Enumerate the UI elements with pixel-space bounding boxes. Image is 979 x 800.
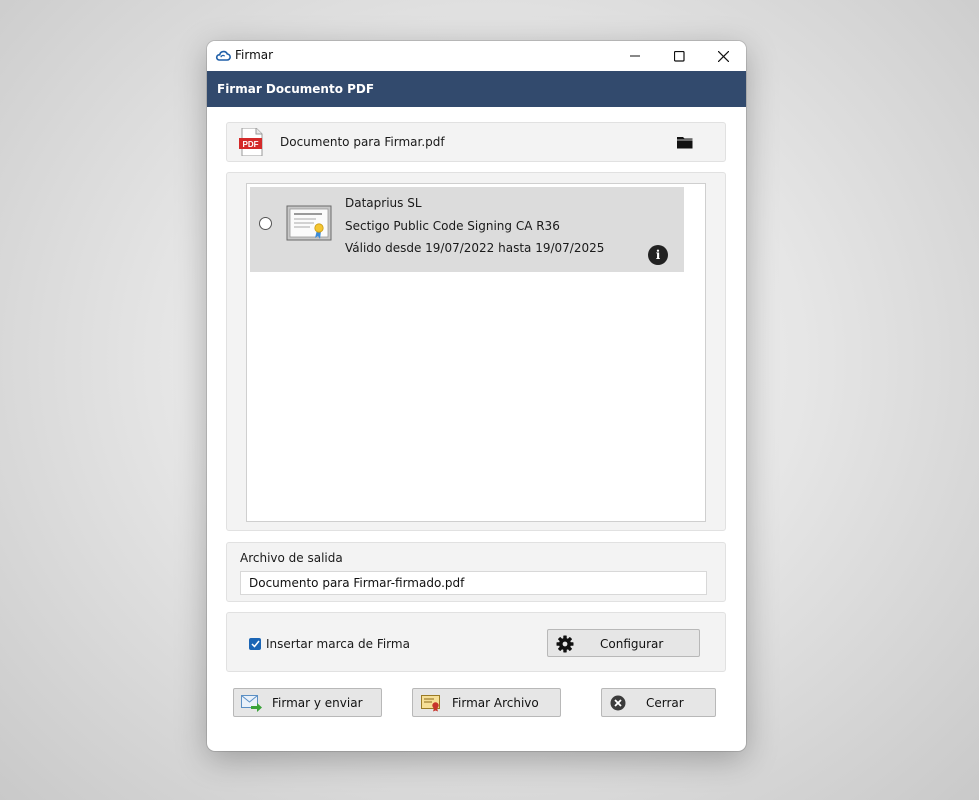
maximize-icon [673, 50, 685, 62]
certificate-sign-icon [421, 695, 440, 712]
pdf-icon-label: PDF [243, 140, 259, 149]
cancel-circle-icon [610, 695, 626, 711]
options-panel: Insertar marca de Firma Configurar [226, 612, 726, 672]
title-bar[interactable]: Firmar [207, 41, 746, 71]
pdf-file-icon: PDF [239, 128, 263, 156]
sign-and-send-button[interactable]: Firmar y enviar [233, 688, 382, 717]
certificate-holder: Dataprius SL [345, 196, 422, 210]
configure-button[interactable]: Configurar [547, 629, 700, 657]
envelope-send-icon [241, 695, 262, 712]
input-file-name: Documento para Firmar.pdf [280, 135, 445, 149]
minimize-button[interactable] [612, 41, 658, 71]
output-file-panel: Archivo de salida [226, 542, 726, 602]
certificate-radio[interactable] [259, 217, 272, 230]
info-glyph: i [655, 248, 661, 262]
folder-icon[interactable] [676, 134, 694, 150]
configure-label: Configurar [600, 637, 664, 651]
certificate-list[interactable]: Dataprius SL Sectigo Public Code Signing… [246, 183, 706, 522]
window-title: Firmar [235, 48, 274, 62]
certificate-issuer: Sectigo Public Code Signing CA R36 [345, 219, 560, 233]
dialog-header: Firmar Documento PDF [207, 71, 746, 107]
certificate-item[interactable]: Dataprius SL Sectigo Public Code Signing… [250, 187, 684, 272]
output-file-label: Archivo de salida [240, 551, 343, 565]
sign-file-button[interactable]: Firmar Archivo [412, 688, 561, 717]
insert-mark-label: Insertar marca de Firma [266, 637, 410, 651]
sign-file-label: Firmar Archivo [452, 696, 539, 710]
output-file-input[interactable] [240, 571, 707, 595]
close-dialog-label: Cerrar [646, 696, 684, 710]
close-dialog-button[interactable]: Cerrar [601, 688, 716, 717]
certificate-validity: Válido desde 19/07/2022 hasta 19/07/2025 [345, 241, 605, 255]
checkmark-icon [250, 640, 260, 648]
minimize-icon [630, 55, 640, 57]
header-title: Firmar Documento PDF [217, 82, 375, 96]
insert-mark-checkbox[interactable] [249, 638, 261, 650]
certificates-panel: Dataprius SL Sectigo Public Code Signing… [226, 172, 726, 531]
close-window-button[interactable] [700, 41, 746, 71]
sign-dialog: Firmar Firmar Documento PDF PDF Document… [207, 41, 746, 751]
certificate-icon [286, 205, 332, 241]
cloud-sync-icon [215, 50, 231, 61]
close-icon [717, 50, 729, 62]
maximize-button[interactable] [656, 41, 702, 71]
sign-and-send-label: Firmar y enviar [272, 696, 363, 710]
info-icon[interactable]: i [648, 245, 668, 265]
gear-icon [556, 635, 574, 653]
input-file-panel: PDF Documento para Firmar.pdf [226, 122, 726, 162]
